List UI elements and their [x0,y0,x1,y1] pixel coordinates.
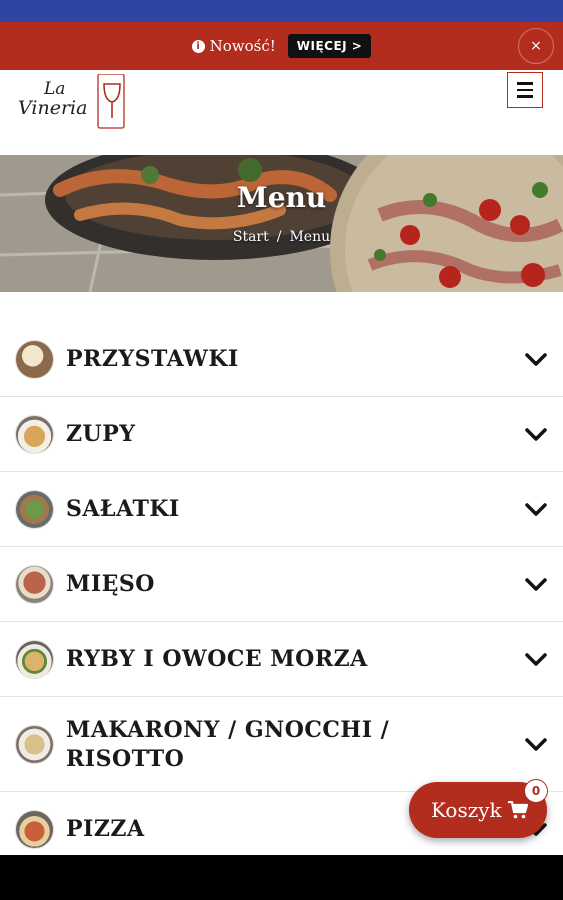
category-row-zupy[interactable]: ZUPY [0,397,563,472]
category-label: PRZYSTAWKI [66,346,239,372]
svg-text:Vineria: Vineria [18,97,87,119]
chevron-down-icon[interactable] [523,422,549,448]
page-title: Menu [236,181,327,214]
category-label: ZUPY [66,421,136,447]
category-thumbnail [16,726,53,763]
logo-graphic: La Vineria [18,73,125,129]
category-row-makarony[interactable]: MAKARONY / GNOCCHI / RISOTTO [0,697,563,792]
category-thumbnail [16,641,53,678]
more-button[interactable]: WIĘCEJ > [287,34,372,58]
category-thumbnail [16,491,53,528]
cart-label: Koszyk [431,798,502,822]
breadcrumb-home-link[interactable]: Start [233,229,269,245]
category-label: MIĘSO [66,571,155,597]
promo-text: Nowość! [209,37,276,55]
svg-text:La: La [43,79,65,99]
category-label: SAŁATKI [66,496,180,522]
category-label: RYBY I OWOCE MORZA [66,646,368,672]
logo[interactable]: La Vineria [18,73,128,130]
breadcrumb-separator: / [276,229,282,245]
breadcrumb-current: Menu [289,229,331,245]
close-icon[interactable]: × [518,28,554,64]
chevron-down-icon[interactable] [523,497,549,523]
shopping-cart-icon [507,801,528,819]
status-bar [0,0,563,22]
chevron-down-icon[interactable] [523,572,549,598]
category-thumbnail [16,416,53,453]
bottom-navigation-bar [0,855,563,900]
hero-food-image [0,155,563,292]
chevron-down-icon[interactable] [523,647,549,673]
chevron-down-icon[interactable] [523,732,549,758]
promo-bar: i Nowość! WIĘCEJ > × [0,22,563,70]
category-row-salatki[interactable]: SAŁATKI [0,472,563,547]
cart-button[interactable]: Koszyk 0 [409,780,547,838]
chevron-down-icon[interactable] [523,347,549,373]
category-row-przystawki[interactable]: PRZYSTAWKI [0,322,563,397]
site-header: La Vineria [0,70,563,155]
menu-icon-line [517,88,533,92]
info-icon: i [191,39,205,53]
category-row-ryby[interactable]: RYBY I OWOCE MORZA [0,622,563,697]
category-thumbnail [16,811,53,848]
menu-icon-line [517,82,533,85]
breadcrumb: Start / Menu [0,229,563,245]
category-thumbnail [16,566,53,603]
hamburger-menu-button[interactable] [507,72,543,108]
cart-count-badge: 0 [525,780,547,802]
hero-banner: Menu Start / Menu [0,155,563,292]
category-label: MAKARONY / GNOCCHI / RISOTTO [66,716,390,772]
menu-icon-line [517,95,533,98]
promo-message: i Nowość! WIĘCEJ > [191,34,372,58]
category-row-mieso[interactable]: MIĘSO [0,547,563,622]
category-thumbnail [16,341,53,378]
